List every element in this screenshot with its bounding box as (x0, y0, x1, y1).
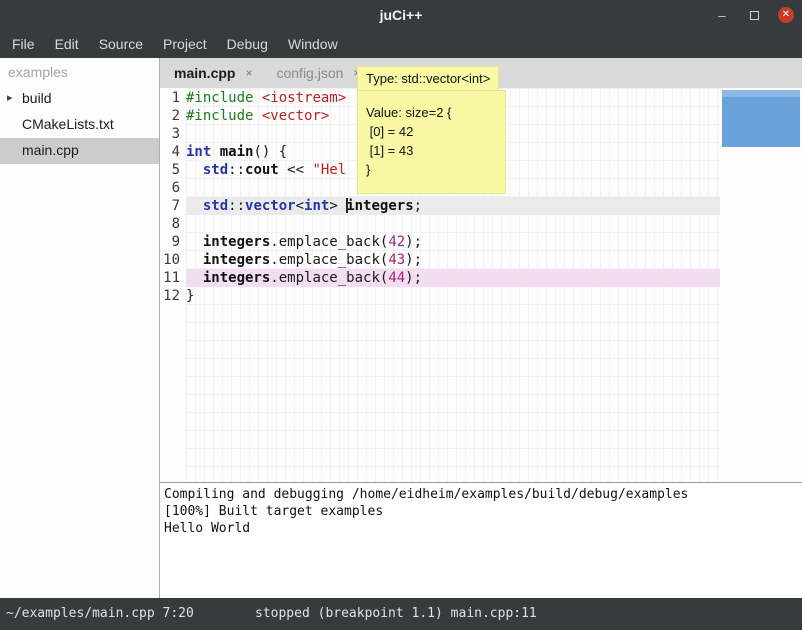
line-number: 8 (160, 215, 186, 233)
output-panel[interactable]: Compiling and debugging /home/eidheim/ex… (160, 482, 802, 598)
status-file-position: ~/examples/main.cpp 7:20 (6, 606, 194, 621)
tooltip-line: Value: size=2 { (366, 103, 497, 122)
tree-item-cmakelists[interactable]: CMakeLists.txt (0, 112, 159, 138)
code-line: } (186, 287, 720, 305)
line-number: 4 (160, 143, 186, 161)
minimize-button[interactable]: – (714, 7, 730, 23)
maximize-button[interactable] (746, 7, 762, 23)
tree-item-main-cpp[interactable]: main.cpp (0, 138, 159, 164)
project-name: examples (0, 58, 159, 86)
output-line: Hello World (164, 520, 798, 537)
line-number: 12 (160, 287, 186, 305)
code-line (186, 215, 720, 233)
line-number: 2 (160, 107, 186, 125)
window-controls: – ✕ (714, 0, 794, 30)
editor-line[interactable]: 10 integers.emplace_back(43); (160, 251, 720, 269)
output-line: Compiling and debugging /home/eidheim/ex… (164, 486, 798, 503)
code-line: integers.emplace_back(44); (186, 269, 720, 287)
menu-item-window[interactable]: Window (278, 30, 348, 58)
line-number: 5 (160, 161, 186, 179)
close-tab-icon[interactable]: × (245, 66, 252, 80)
menu-item-debug[interactable]: Debug (217, 30, 278, 58)
maximize-icon (750, 11, 759, 20)
code-line: std::vector<int> integers; (186, 197, 720, 215)
tree-item-build[interactable]: ▸ build (0, 86, 159, 112)
status-debug-state: stopped (breakpoint 1.1) main.cpp:11 (255, 606, 537, 621)
debug-tooltip-type: Type: std::vector<int> (357, 66, 499, 91)
menubar: File Edit Source Project Debug Window (0, 30, 802, 58)
tooltip-line: [0] = 42 (366, 122, 497, 141)
scroll-marker[interactable] (722, 90, 800, 147)
window-title: juCi++ (380, 7, 423, 23)
line-number: 6 (160, 179, 186, 197)
text-cursor (346, 198, 348, 213)
line-number: 3 (160, 125, 186, 143)
editor-line[interactable]: 8 (160, 215, 720, 233)
tree-item-label: build (22, 90, 52, 106)
menu-item-source[interactable]: Source (89, 30, 153, 58)
code-line: integers.emplace_back(43); (186, 251, 720, 269)
debug-tooltip-value: Value: size=2 { [0] = 42 [1] = 43 } (357, 90, 506, 194)
chevron-right-icon: ▸ (7, 91, 13, 104)
line-number: 9 (160, 233, 186, 251)
line-number: 1 (160, 89, 186, 107)
statusbar: ~/examples/main.cpp 7:20 stopped (breakp… (0, 598, 802, 630)
menu-item-edit[interactable]: Edit (45, 30, 89, 58)
menu-item-file[interactable]: File (2, 30, 45, 58)
menu-item-project[interactable]: Project (153, 30, 217, 58)
editor-line[interactable]: 11 integers.emplace_back(44); (160, 269, 720, 287)
juci-window: juCi++ – ✕ File Edit Source Project Debu… (0, 0, 802, 630)
line-number: 10 (160, 251, 186, 269)
close-button[interactable]: ✕ (778, 7, 794, 23)
code-line: integers.emplace_back(42); (186, 233, 720, 251)
editor-line[interactable]: 9 integers.emplace_back(42); (160, 233, 720, 251)
tab-main-cpp[interactable]: main.cpp × (162, 58, 264, 88)
tab-label: config.json (276, 65, 343, 81)
tree-item-label: main.cpp (22, 142, 79, 158)
editor-line[interactable]: 7 std::vector<int> integers; (160, 197, 720, 215)
editor-line[interactable]: 12} (160, 287, 720, 305)
tab-label: main.cpp (174, 65, 235, 81)
output-line: [100%] Built target examples (164, 503, 798, 520)
tree-item-label: CMakeLists.txt (22, 116, 114, 132)
titlebar: juCi++ – ✕ (0, 0, 802, 30)
line-number: 7 (160, 197, 186, 215)
tooltip-line: [1] = 43 (366, 141, 497, 160)
line-number: 11 (160, 269, 186, 287)
file-tree-panel: examples ▸ build CMakeLists.txt main.cpp (0, 58, 160, 598)
tooltip-line: } (366, 160, 497, 179)
